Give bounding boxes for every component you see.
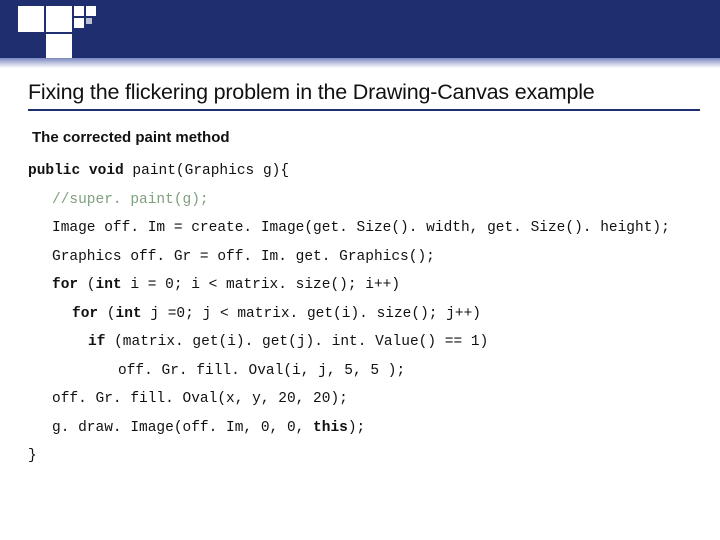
- keyword: this: [313, 420, 348, 436]
- code-line: g. draw. Image(off. Im, 0, 0, this);: [28, 421, 700, 436]
- slide-content: Fixing the flickering problem in the Dra…: [28, 80, 700, 478]
- code-text: paint(Graphics g){: [124, 163, 289, 179]
- code-line: for (int j =0; j < matrix. get(i). size(…: [28, 307, 700, 322]
- code-text: (: [78, 277, 95, 293]
- code-line: if (matrix. get(i). get(j). int. Value()…: [28, 335, 700, 350]
- decor-square: [46, 34, 72, 60]
- keyword: int: [96, 277, 122, 293]
- code-line: Image off. Im = create. Image(get. Size(…: [28, 221, 700, 236]
- code-text: i = 0; i < matrix. size(); i++): [122, 277, 400, 293]
- code-block: public void paint(Graphics g){ //super. …: [28, 164, 700, 464]
- code-text: g. draw. Image(off. Im, 0, 0,: [52, 420, 313, 436]
- keyword: for: [72, 306, 98, 322]
- code-comment: //super. paint(g);: [28, 193, 700, 208]
- code-line: public void paint(Graphics g){: [28, 164, 700, 179]
- keyword: int: [116, 306, 142, 322]
- code-line: Graphics off. Gr = off. Im. get. Graphic…: [28, 250, 700, 265]
- keyword: for: [52, 277, 78, 293]
- decor-square-small: [86, 6, 96, 16]
- code-text: );: [348, 420, 365, 436]
- decor-square: [46, 6, 72, 32]
- slide-title: Fixing the flickering problem in the Dra…: [28, 80, 700, 105]
- slide-header-bar: [0, 0, 720, 58]
- code-line: off. Gr. fill. Oval(i, j, 5, 5 );: [28, 364, 700, 379]
- code-text: (matrix. get(i). get(j). int. Value() ==…: [105, 334, 488, 350]
- code-line: off. Gr. fill. Oval(x, y, 20, 20);: [28, 392, 700, 407]
- code-line: }: [28, 449, 700, 464]
- code-text: j =0; j < matrix. get(i). size(); j++): [142, 306, 481, 322]
- keyword: public void: [28, 163, 124, 179]
- decor-square-small: [74, 6, 84, 16]
- decor-square: [18, 6, 44, 32]
- slide-subtitle: The corrected paint method: [32, 129, 700, 146]
- header-gradient: [0, 58, 720, 68]
- decor-square-small: [86, 18, 92, 24]
- code-line: for (int i = 0; i < matrix. size(); i++): [28, 278, 700, 293]
- keyword: if: [88, 334, 105, 350]
- title-underline: [28, 109, 700, 111]
- decor-square-small: [74, 18, 84, 28]
- code-text: (: [98, 306, 115, 322]
